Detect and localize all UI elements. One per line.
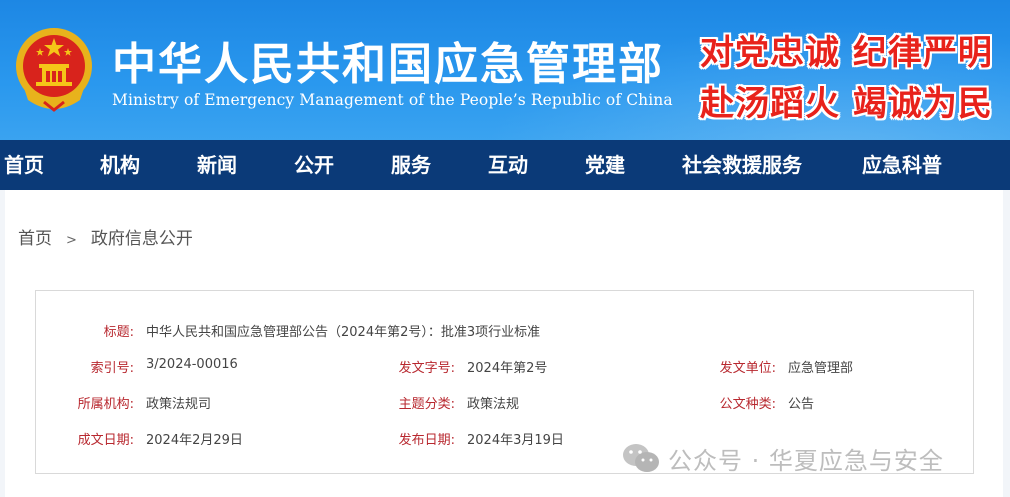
title-value: 中华人民共和国应急管理部公告（2024年第2号）：批准3项行业标准 <box>146 325 541 340</box>
ministry-name-en: Ministry of Emergency Management of the … <box>112 91 673 109</box>
issuer-value: 应急管理部 <box>788 361 854 376</box>
nav-item-social-rescue[interactable]: 社会救援服务 <box>682 140 802 190</box>
written-date-value: 2024年2月29日 <box>146 433 243 448</box>
index-value: 3/2024-00016 <box>146 357 238 372</box>
issuer-label: 发文单位: <box>719 361 776 376</box>
watermark-text: 公众号 · 华夏应急与安全 <box>668 446 944 475</box>
watermark: 公众号 · 华夏应急与安全 <box>622 440 944 476</box>
nav-item-disclosure[interactable]: 公开 <box>294 140 334 190</box>
doc-number-label: 发文字号: <box>398 361 455 376</box>
main-nav: 首页 机构 新闻 公开 服务 互动 党建 社会救援服务 应急科普 <box>0 140 1010 190</box>
publish-date-value: 2024年3月19日 <box>467 433 564 448</box>
wechat-icon <box>623 444 659 472</box>
topic-value: 政策法规 <box>467 397 520 412</box>
doc-type-label: 公文种类: <box>719 397 776 412</box>
breadcrumb-home[interactable]: 首页 <box>18 229 52 249</box>
topic-label: 主题分类: <box>398 397 455 412</box>
written-date-label: 成文日期: <box>77 433 134 448</box>
breadcrumb: 首页 > 政府信息公开 <box>18 224 193 249</box>
ministry-name-cn[interactable]: 中华人民共和国应急管理部 <box>112 28 664 92</box>
national-emblem-icon[interactable] <box>14 26 94 114</box>
nav-item-news[interactable]: 新闻 <box>197 140 237 190</box>
doc-type-value: 公告 <box>788 397 815 412</box>
nav-item-organization[interactable]: 机构 <box>100 140 140 190</box>
nav-item-interaction[interactable]: 互动 <box>488 140 528 190</box>
breadcrumb-current[interactable]: 政府信息公开 <box>91 229 193 249</box>
site-header: 中华人民共和国应急管理部 Ministry of Emergency Manag… <box>0 0 1010 140</box>
org-value: 政策法规司 <box>146 397 212 412</box>
slogan-line-1: 对党忠诚 纪律严明 <box>700 33 993 73</box>
nav-item-home[interactable]: 首页 <box>4 140 44 190</box>
nav-item-service[interactable]: 服务 <box>391 140 431 190</box>
title-label: 标题: <box>103 325 134 340</box>
slogan-line-2: 赴汤蹈火 竭诚为民 <box>700 84 993 124</box>
index-label: 索引号: <box>90 361 134 376</box>
publish-date-label: 发布日期: <box>398 433 455 448</box>
nav-item-science[interactable]: 应急科普 <box>862 140 942 190</box>
doc-number-value: 2024年第2号 <box>467 361 548 376</box>
breadcrumb-separator: > <box>66 233 77 248</box>
nav-item-party[interactable]: 党建 <box>585 140 625 190</box>
org-label: 所属机构: <box>77 397 134 412</box>
